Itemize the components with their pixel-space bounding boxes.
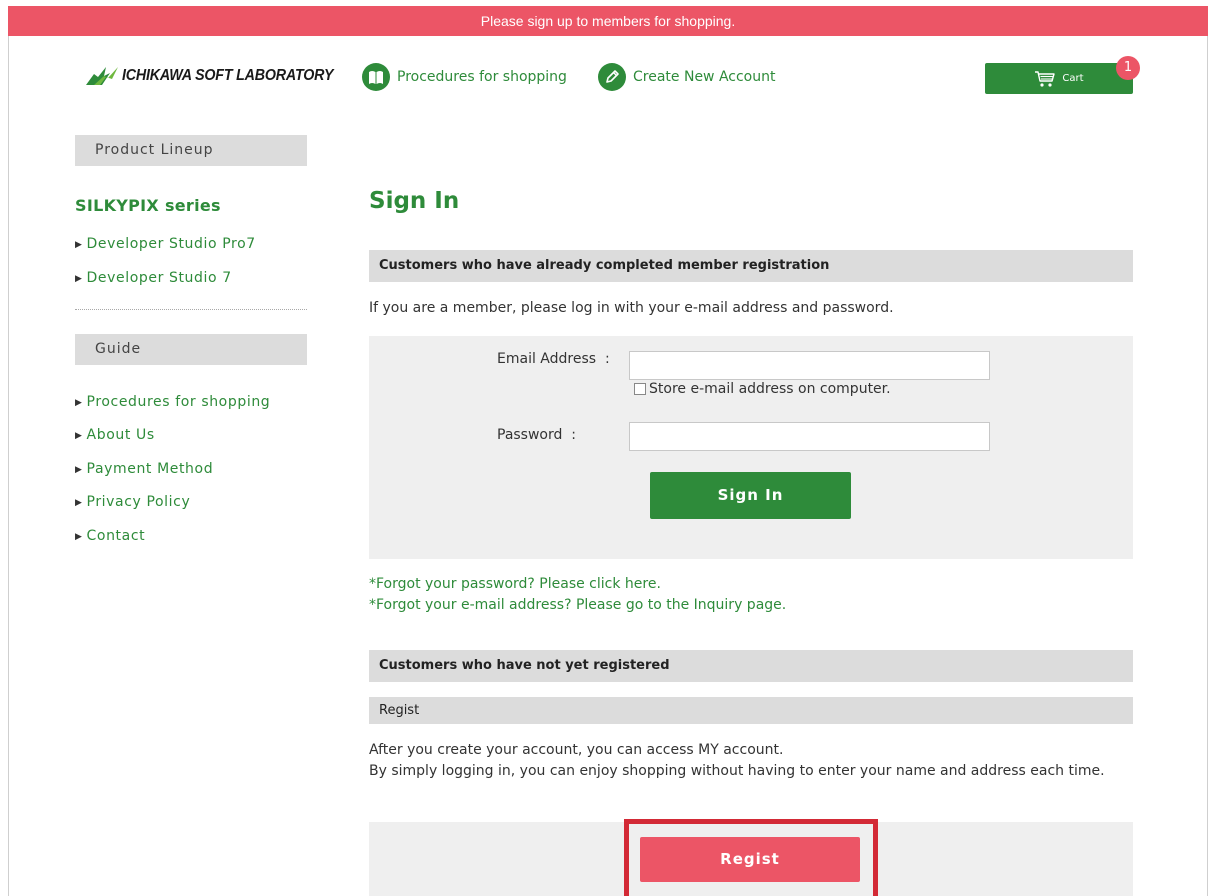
sidebar-link-label: Contact: [86, 528, 146, 544]
arrow-right-icon: ▶: [75, 465, 83, 475]
sidebar-link-payment-method[interactable]: ▶ Payment Method: [75, 461, 213, 477]
regist-subheading: Regist: [369, 697, 1133, 724]
nav-create-new-account[interactable]: Create New Account: [598, 62, 775, 92]
forgot-password-link[interactable]: *Forgot your password? Please click here…: [369, 576, 661, 592]
forgot-email-link[interactable]: *Forgot your e-mail address? Please go t…: [369, 597, 786, 613]
sidebar-divider: [75, 309, 307, 310]
nav-procedures-for-shopping[interactable]: Procedures for shopping: [362, 62, 567, 92]
sidebar-link-developer-studio-7[interactable]: ▶ Developer Studio 7: [75, 270, 232, 286]
cart-label: Cart: [1062, 73, 1084, 84]
arrow-right-icon: ▶: [75, 398, 83, 408]
member-section-heading: Customers who have already completed mem…: [369, 250, 1133, 282]
logo-text: ICHIKAWA SOFT LABORATORY: [122, 67, 334, 84]
regist-description-line-1: After you create your account, you can a…: [369, 742, 784, 758]
regist-description-line-2: By simply logging in, you can enjoy shop…: [369, 763, 1105, 779]
page-title: Sign In: [369, 188, 460, 214]
silkypix-series-title[interactable]: SILKYPIX series: [75, 196, 221, 215]
arrow-right-icon: ▶: [75, 532, 83, 542]
sidebar-link-label: Procedures for shopping: [86, 394, 271, 410]
arrow-right-icon: ▶: [75, 240, 83, 250]
store-email-option[interactable]: Store e-mail address on computer.: [634, 381, 891, 397]
logo-mark-icon: [86, 67, 118, 85]
sidebar-link-label: Privacy Policy: [86, 494, 191, 510]
member-intro-text: If you are a member, please log in with …: [369, 300, 894, 316]
nav-procedures-label: Procedures for shopping: [397, 69, 567, 85]
arrow-right-icon: ▶: [75, 431, 83, 441]
regist-button[interactable]: Regist: [640, 837, 860, 882]
new-customer-section-heading: Customers who have not yet registered: [369, 650, 1133, 682]
password-label: Password :: [497, 427, 577, 443]
pencil-icon: [598, 63, 626, 91]
sidebar-link-contact[interactable]: ▶ Contact: [75, 528, 145, 544]
guide-heading: Guide: [75, 334, 307, 365]
sidebar-link-label: Developer Studio Pro7: [86, 236, 256, 252]
store-email-label: Store e-mail address on computer.: [649, 381, 891, 397]
book-icon: [362, 63, 390, 91]
nav-create-account-label: Create New Account: [633, 69, 776, 85]
cart-count-badge: 1: [1116, 56, 1140, 80]
sidebar-link-label: Payment Method: [86, 461, 214, 477]
page-frame-right: [1207, 6, 1208, 896]
store-email-checkbox[interactable]: [634, 383, 646, 395]
regist-description: After you create your account, you can a…: [369, 740, 1133, 782]
cart-icon: [1035, 70, 1056, 87]
signup-banner: Please sign up to members for shopping.: [8, 6, 1208, 36]
sidebar-link-about-us[interactable]: ▶ About Us: [75, 427, 155, 443]
email-field[interactable]: [629, 351, 990, 380]
page-frame-left: [8, 6, 9, 896]
sidebar-link-developer-studio-pro7[interactable]: ▶ Developer Studio Pro7: [75, 236, 256, 252]
sidebar-link-privacy-policy[interactable]: ▶ Privacy Policy: [75, 494, 190, 510]
arrow-right-icon: ▶: [75, 274, 83, 284]
logo[interactable]: ICHIKAWA SOFT LABORATORY: [82, 63, 352, 89]
sidebar-link-procedures-for-shopping[interactable]: ▶ Procedures for shopping: [75, 394, 270, 410]
sidebar-link-label: Developer Studio 7: [86, 270, 232, 286]
cart-button[interactable]: Cart: [985, 63, 1133, 94]
email-label: Email Address :: [497, 351, 610, 367]
arrow-right-icon: ▶: [75, 498, 83, 508]
sidebar-link-label: About Us: [86, 427, 155, 443]
product-lineup-heading: Product Lineup: [75, 135, 307, 166]
sign-in-button[interactable]: Sign In: [650, 472, 851, 519]
password-field[interactable]: [629, 422, 990, 451]
